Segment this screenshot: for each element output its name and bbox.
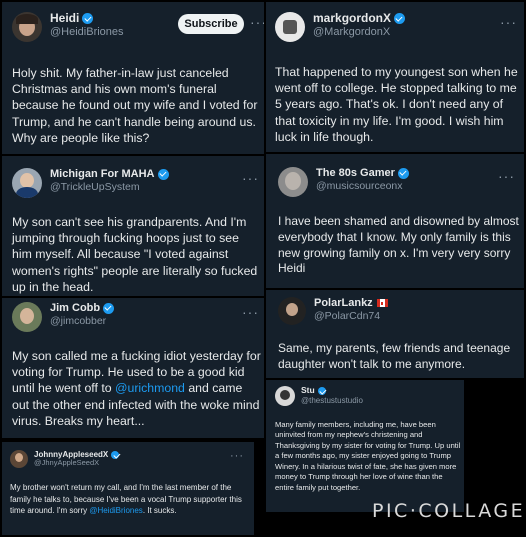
more-options-icon[interactable]: ··· bbox=[498, 168, 515, 184]
author-handle[interactable]: @JhnyAppleSeedX bbox=[34, 459, 119, 468]
collage-watermark: PIC·COLLAGE bbox=[372, 500, 526, 522]
tweet-text: My brother won't return my call, and I'm… bbox=[10, 482, 248, 517]
canada-flag-icon bbox=[376, 299, 388, 308]
tweet-card-johnnyappleseedx: JohnnyAppleseedX @JhnyAppleSeedX ··· My … bbox=[2, 442, 254, 535]
tweet-card-markgordonx: markgordonX @MarkgordonX ··· That happen… bbox=[266, 2, 524, 152]
avatar[interactable] bbox=[275, 12, 305, 42]
verified-badge-icon bbox=[157, 168, 169, 180]
verified-badge-icon bbox=[394, 13, 406, 25]
author-name[interactable]: PolarLankz bbox=[314, 297, 373, 310]
author-handle[interactable]: @musicsourceonx bbox=[316, 180, 409, 192]
tweet-text: Holy shit. My father-in-law just cancele… bbox=[12, 66, 258, 145]
tweet-header: Michigan For MAHA @TrickleUpSystem bbox=[12, 168, 169, 198]
avatar[interactable] bbox=[275, 386, 295, 406]
tweet-text: My son called me a fucking idiot yesterd… bbox=[12, 348, 262, 429]
tweet-header: PolarLankz @PolarCdn74 bbox=[278, 297, 388, 325]
author-name[interactable]: markgordonX bbox=[313, 11, 391, 26]
more-options-icon[interactable]: ··· bbox=[242, 170, 259, 186]
more-options-icon[interactable]: ··· bbox=[230, 450, 244, 462]
avatar[interactable] bbox=[12, 302, 42, 332]
verified-badge-icon bbox=[317, 386, 326, 395]
tweet-header: The 80s Gamer @musicsourceonx bbox=[278, 167, 409, 197]
more-options-icon[interactable]: ··· bbox=[250, 14, 264, 30]
author-name[interactable]: The 80s Gamer bbox=[316, 167, 395, 180]
author-name[interactable]: Stu bbox=[301, 385, 315, 396]
tweet-text: My son can't see his grandparents. And I… bbox=[12, 215, 258, 294]
tweet-text-part: . It sucks. bbox=[142, 506, 177, 516]
tweet-card-the-80s-gamer: The 80s Gamer @musicsourceonx ··· I have… bbox=[266, 154, 524, 288]
more-options-icon[interactable]: ··· bbox=[500, 14, 517, 30]
tweet-header: Jim Cobb @jimcobber bbox=[12, 302, 115, 332]
tweet-header: Heidi @HeidiBriones bbox=[12, 11, 124, 42]
tweet-text: Many family members, including me, have … bbox=[275, 420, 461, 492]
tweet-text: Same, my parents, few friends and teenag… bbox=[278, 341, 511, 371]
tweet-header: Stu @thestustustudio bbox=[275, 385, 363, 406]
tweet-header: JohnnyAppleseedX @JhnyAppleSeedX bbox=[10, 450, 120, 468]
avatar[interactable] bbox=[12, 12, 42, 42]
author-handle[interactable]: @MarkgordonX bbox=[313, 26, 405, 39]
author-handle[interactable]: @PolarCdn74 bbox=[314, 310, 388, 322]
avatar[interactable] bbox=[10, 450, 28, 468]
author-name[interactable]: Michigan For MAHA bbox=[50, 168, 155, 181]
verified-badge-icon bbox=[111, 450, 120, 459]
verified-badge-icon bbox=[397, 167, 409, 179]
verified-badge-icon bbox=[103, 302, 115, 314]
author-name[interactable]: Jim Cobb bbox=[50, 302, 100, 315]
tweet-text: That happened to my youngest son when he… bbox=[275, 65, 518, 144]
author-handle[interactable]: @HeidiBriones bbox=[50, 26, 124, 39]
avatar[interactable] bbox=[12, 168, 42, 198]
tweet-card-polarlankz: PolarLankz @PolarCdn74 Same, my parents,… bbox=[266, 290, 524, 378]
tweet-card-heidi: Heidi @HeidiBriones Subscribe ··· Holy s… bbox=[2, 2, 264, 154]
mention-link[interactable]: @urichmond bbox=[115, 381, 185, 395]
avatar[interactable] bbox=[278, 167, 308, 197]
author-handle[interactable]: @jimcobber bbox=[50, 315, 114, 327]
tweet-card-jim-cobb: Jim Cobb @jimcobber ··· My son called me… bbox=[2, 298, 264, 438]
verified-badge-icon bbox=[82, 13, 94, 25]
tweet-card-stu: Stu @thestustustudio Many family members… bbox=[266, 380, 464, 512]
tweet-text: I have been shamed and disowned by almos… bbox=[278, 214, 519, 276]
tweet-card-michigan-for-maha: Michigan For MAHA @TrickleUpSystem ··· M… bbox=[2, 156, 264, 296]
avatar[interactable] bbox=[278, 297, 306, 325]
more-options-icon[interactable]: ··· bbox=[242, 304, 259, 320]
mention-link[interactable]: @HeidiBriones bbox=[89, 506, 142, 515]
subscribe-button[interactable]: Subscribe bbox=[178, 14, 244, 34]
author-name[interactable]: Heidi bbox=[50, 11, 79, 26]
author-handle[interactable]: @thestustustudio bbox=[301, 396, 363, 405]
author-handle[interactable]: @TrickleUpSystem bbox=[50, 181, 169, 193]
tweet-header: markgordonX @MarkgordonX bbox=[275, 11, 406, 42]
